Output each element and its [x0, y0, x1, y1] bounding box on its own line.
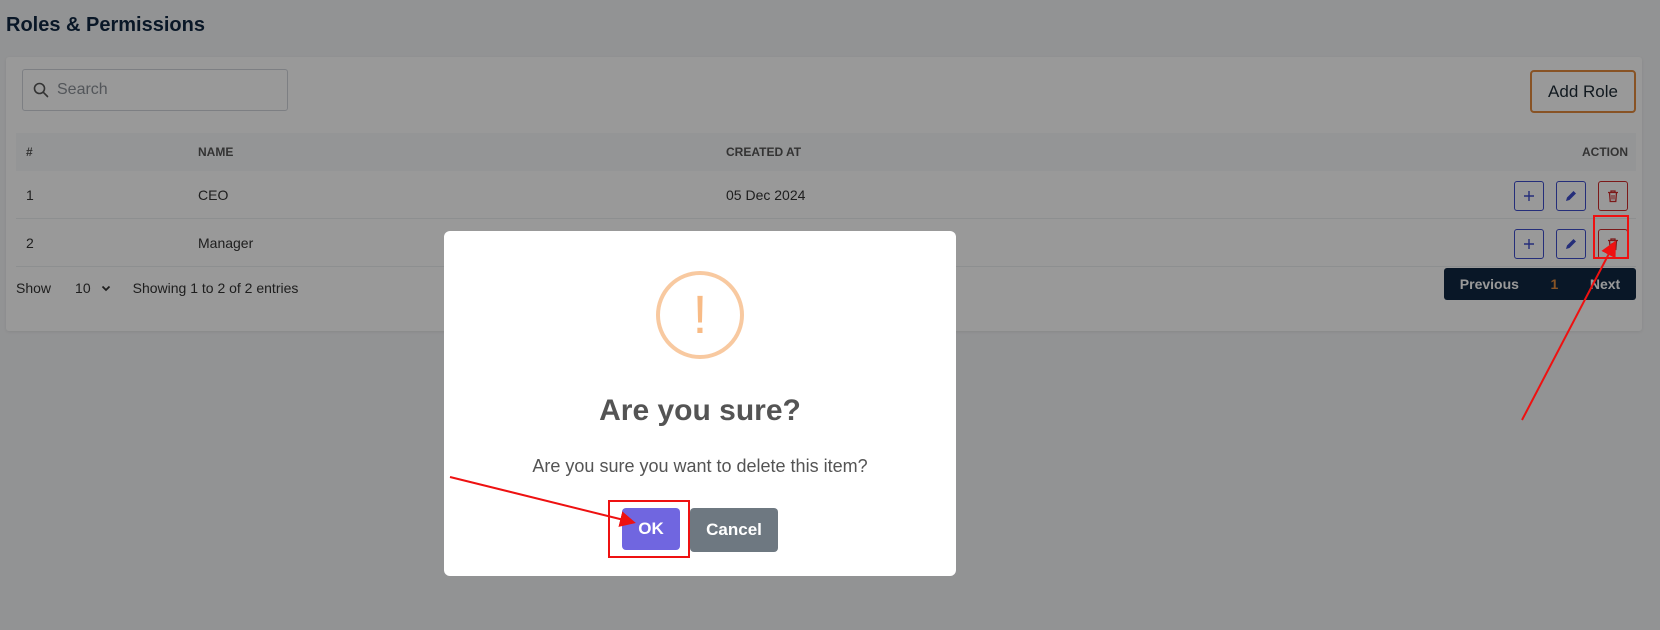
exclamation-icon: !: [656, 271, 744, 359]
cancel-button[interactable]: Cancel: [690, 508, 778, 552]
warning-symbol: !: [692, 285, 708, 345]
dialog-message: Are you sure you want to delete this ite…: [532, 456, 868, 476]
dialog-title: Are you sure?: [599, 394, 801, 427]
ok-button[interactable]: OK: [622, 508, 680, 550]
confirm-dialog: ! Are you sure? Are you sure you want to…: [444, 231, 956, 576]
